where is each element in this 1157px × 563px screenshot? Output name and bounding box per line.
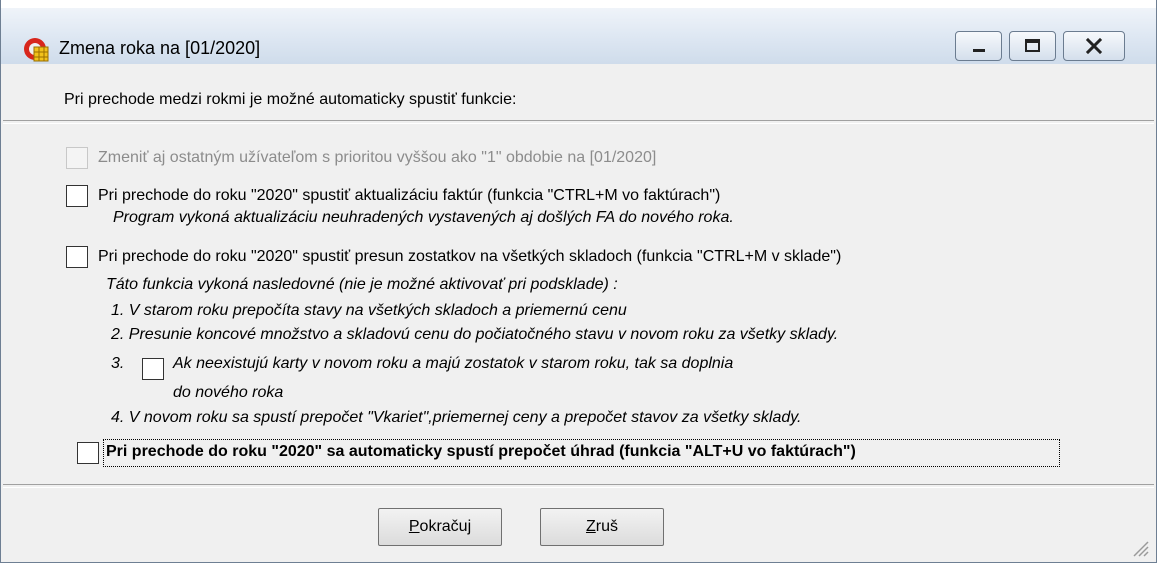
app-logo-icon [24,38,49,62]
separator-top [3,120,1154,124]
invoices-checkbox[interactable] [66,185,88,207]
stock-step-3-checkbox[interactable] [142,358,164,380]
stock-step-2: 2. Presunie koncové množstvo a skladovú … [111,326,839,343]
minimize-button[interactable] [955,31,1002,61]
cancel-button[interactable]: Zruš [540,508,664,546]
other-users-label: Zmeniť aj ostatným užívateľom s priorito… [98,149,657,166]
stock-label: Pri prechode do roku "2020" spustiť pres… [98,248,842,265]
stock-step-4: 4. V novom roku sa spustí prepočet "Vkar… [111,409,802,426]
title-bar[interactable]: Zmena roka na [01/2020] [1,0,1156,64]
window-title: Zmena roka na [01/2020] [59,38,261,58]
stock-checkbox[interactable] [66,246,88,268]
dialog-window: Zmena roka na [01/2020] Pri prechode med… [0,0,1157,563]
cancel-label: ruš [595,518,618,535]
cancel-mnemonic: Z [585,518,596,535]
intro-text: Pri prechode medzi rokmi je možné automa… [64,91,517,108]
maximize-button[interactable] [1009,31,1056,61]
dialog-body: Pri prechode medzi rokmi je možné automa… [3,64,1154,562]
continue-mnemonic: P [408,518,420,535]
minimize-icon [973,49,985,52]
stock-step-1: 1. V starom roku prepočíta stavy na všet… [111,302,627,319]
desktop-strip [1,0,1156,8]
invoices-note: Program vykoná aktualizáciu neuhradených… [113,209,734,226]
stock-note: Táto funkcia vykoná nasledovné (nie je m… [106,276,618,293]
stock-step-3-label: Ak neexistujú karty v novom roku a majú … [173,355,734,372]
continue-button[interactable]: Pokračuj [378,508,502,546]
other-users-checkbox[interactable] [66,147,88,169]
close-icon [1085,37,1103,55]
maximize-icon [1025,39,1040,52]
invoices-label: Pri prechode do roku "2020" spustiť aktu… [98,187,721,204]
separator-bottom [3,484,1154,488]
close-button[interactable] [1063,31,1125,61]
stock-step-3-label-cont: do nového roka [173,384,284,401]
continue-label: okračuj [419,518,472,535]
stock-step-3-number: 3. [111,355,125,372]
payments-checkbox[interactable] [77,442,99,464]
payments-label: Pri prechode do roku "2020" sa automatic… [106,443,856,460]
resize-grip-icon[interactable] [1128,536,1150,558]
